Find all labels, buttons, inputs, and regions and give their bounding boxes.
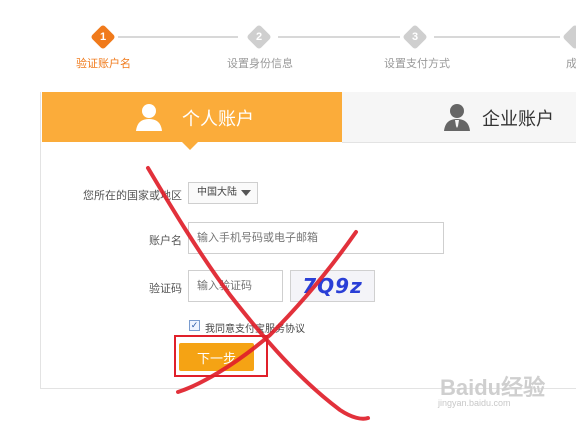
annotation-cross-marks xyxy=(146,166,370,421)
watermark-url: jingyan.baidu.com xyxy=(438,398,511,408)
